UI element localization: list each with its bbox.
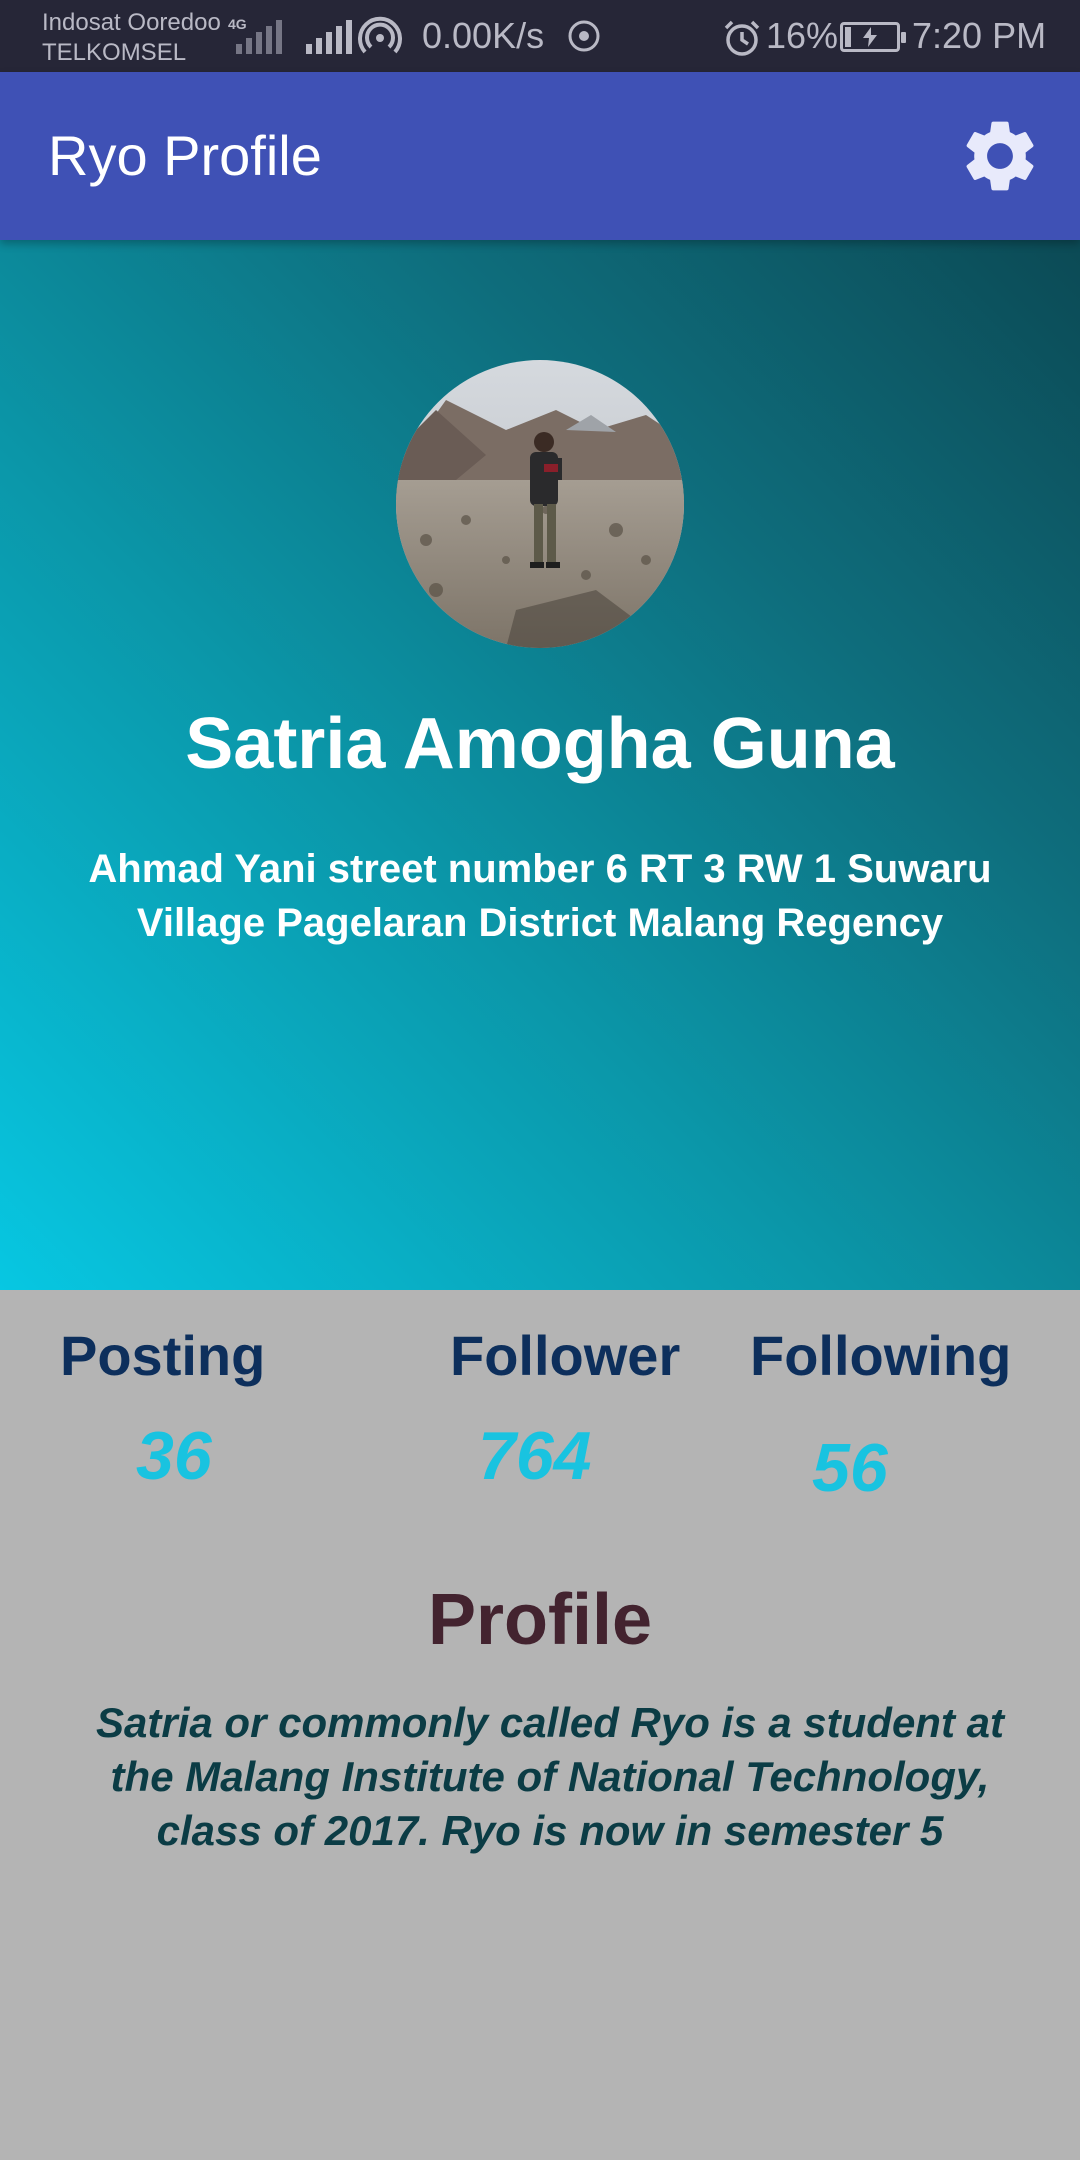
app-title: Ryo Profile xyxy=(48,124,322,187)
clock: 7:20 PM xyxy=(912,15,1047,56)
posting-label: Posting xyxy=(60,1324,266,1387)
profile-section-title: Profile xyxy=(427,1580,653,1660)
signal-icons xyxy=(236,18,352,54)
follower-label: Follower xyxy=(450,1324,681,1387)
app-bar: Ryo Profile xyxy=(0,72,1080,240)
network-speed: 0.00K/s xyxy=(422,15,545,56)
posting-count[interactable]: 36 xyxy=(136,1416,212,1496)
user-address: Ahmad Yani street number 6 RT 3 RW 1 Suw… xyxy=(88,847,992,945)
avatar[interactable] xyxy=(396,360,684,648)
profile-header: Satria Amogha Guna Ahmad Yani street num… xyxy=(0,240,1080,1290)
battery-percentage: 16% xyxy=(766,15,839,56)
user-name: Satria Amogha Guna xyxy=(185,704,895,784)
profile-bio: Satria or commonly called Ryo is a stude… xyxy=(96,1699,1004,1854)
follower-count[interactable]: 764 xyxy=(478,1416,591,1496)
following-label: Following xyxy=(750,1324,1012,1387)
hotspot-icon xyxy=(358,16,402,54)
following-count[interactable]: 56 xyxy=(812,1428,888,1508)
signal-strength-icon-1 xyxy=(236,18,282,54)
settings-button[interactable] xyxy=(950,106,1050,206)
battery-charging-icon xyxy=(840,22,906,52)
gear-icon xyxy=(966,121,1034,191)
carrier-name-2: TELKOMSEL xyxy=(42,39,187,66)
carrier-name-1: Indosat Ooredoo xyxy=(42,9,221,36)
status-bar: Indosat Ooredoo TELKOMSEL 4G 0.00K/s 16%… xyxy=(0,0,1080,72)
profile-photo xyxy=(396,360,684,648)
alarm-icon xyxy=(724,20,760,56)
carrier-info: Indosat Ooredoo TELKOMSEL xyxy=(42,8,221,68)
signal-strength-icon-2 xyxy=(306,18,352,54)
nfc-icon xyxy=(568,20,600,52)
